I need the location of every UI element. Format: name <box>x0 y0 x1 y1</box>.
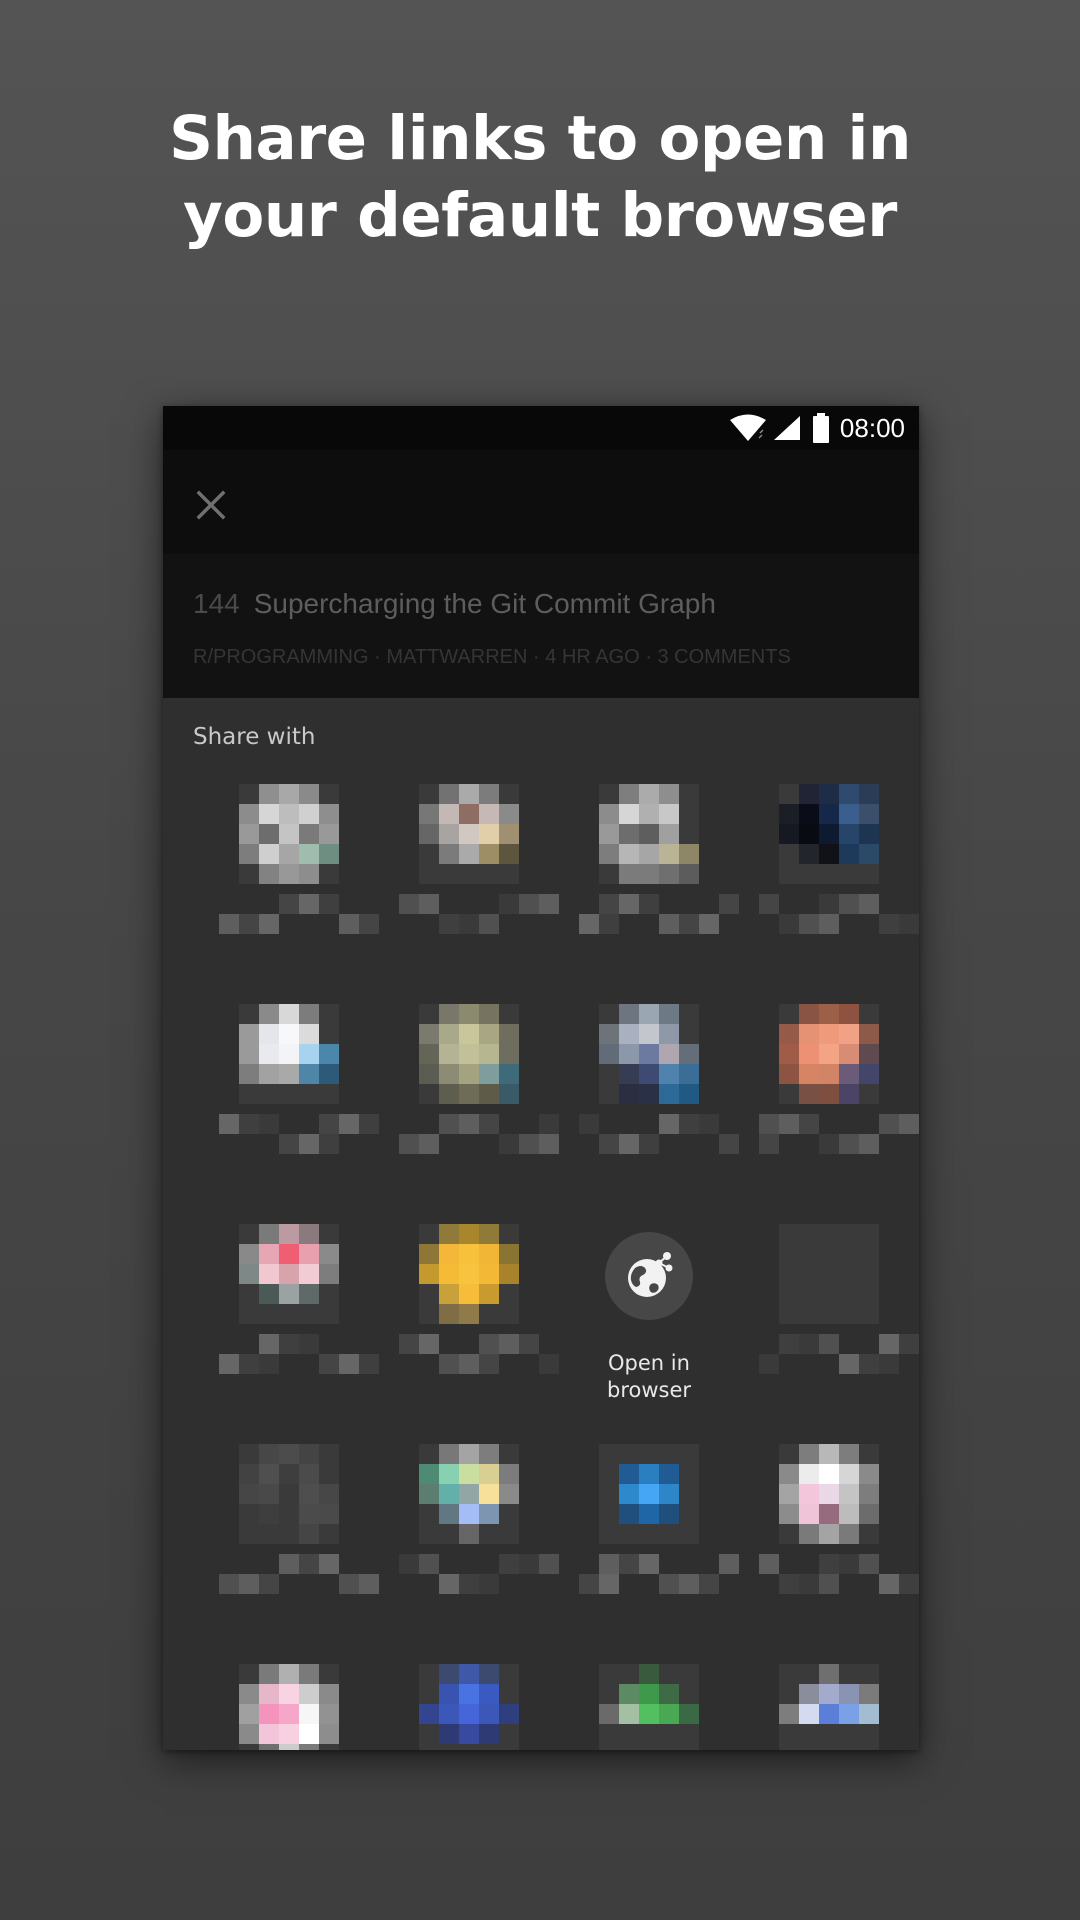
share-target-app[interactable] <box>739 1004 919 1214</box>
share-target-app[interactable] <box>379 1664 559 1750</box>
app-icon-pixelated <box>419 784 519 884</box>
share-target-app[interactable] <box>559 1444 739 1654</box>
share-target-app[interactable] <box>739 784 919 994</box>
share-target-app[interactable] <box>379 1224 559 1434</box>
headline-line-1: Share links to open in <box>169 103 911 174</box>
clock: 08:00 <box>839 412 905 443</box>
share-target-app[interactable] <box>559 1664 739 1750</box>
app-icon-pixelated <box>779 784 879 884</box>
app-label-pixelated <box>759 1334 919 1394</box>
open-in-browser-label-line-1: Open in <box>608 1351 690 1375</box>
app-label-pixelated <box>399 1334 559 1394</box>
app-icon-pixelated <box>419 1004 519 1104</box>
status-bar: 08:00 <box>163 406 919 450</box>
share-sheet: Share with Open in browser <box>163 698 919 1750</box>
app-label-pixelated <box>759 894 919 954</box>
wifi-icon <box>728 413 768 443</box>
app-label-pixelated <box>219 1334 379 1394</box>
post-score: 144 <box>193 588 240 619</box>
share-target-app[interactable] <box>739 1444 919 1654</box>
post-title-row: 144 Supercharging the Git Commit Graph <box>193 588 716 620</box>
app-icon-pixelated <box>239 1224 339 1324</box>
globe-share-icon <box>605 1232 693 1320</box>
app-icon-pixelated <box>419 1444 519 1544</box>
app-icon-pixelated <box>779 1004 879 1104</box>
cellular-signal-icon <box>772 414 802 442</box>
close-icon[interactable] <box>193 487 229 523</box>
share-target-app[interactable] <box>379 784 559 994</box>
share-target-app[interactable] <box>199 1224 379 1434</box>
toolbar <box>163 450 919 554</box>
share-target-app[interactable] <box>199 1004 379 1214</box>
app-label-pixelated <box>219 894 379 954</box>
open-in-browser-label: Open in browser <box>559 1350 739 1404</box>
app-label-pixelated <box>759 1554 919 1614</box>
share-sheet-title: Share with <box>193 724 316 750</box>
app-icon-pixelated <box>599 1444 699 1544</box>
app-label-pixelated <box>219 1554 379 1614</box>
app-label-pixelated <box>219 1114 379 1174</box>
share-target-app[interactable] <box>739 1224 919 1434</box>
app-icon-pixelated <box>419 1224 519 1324</box>
app-label-pixelated <box>759 1114 919 1174</box>
share-target-app[interactable] <box>559 784 739 994</box>
open-in-browser-button[interactable]: Open in browser <box>559 1224 739 1434</box>
share-target-app[interactable] <box>199 1444 379 1654</box>
share-target-app[interactable] <box>379 1444 559 1654</box>
app-icon-pixelated <box>419 1664 519 1750</box>
app-icon-pixelated <box>239 784 339 884</box>
app-icon-pixelated <box>239 1664 339 1750</box>
share-target-app[interactable] <box>559 1004 739 1214</box>
app-label-pixelated <box>399 1554 559 1614</box>
status-icons: 08:00 <box>728 411 905 445</box>
share-target-app[interactable] <box>379 1004 559 1214</box>
post-header: 144 Supercharging the Git Commit Graph R/… <box>163 554 919 698</box>
share-target-app[interactable] <box>739 1664 919 1750</box>
app-label-pixelated <box>399 1114 559 1174</box>
app-icon-pixelated <box>779 1224 879 1324</box>
phone-screen: 08:00 144 Supercharging the Git Commit Gr… <box>163 406 919 1750</box>
app-label-pixelated <box>399 894 559 954</box>
app-label-pixelated <box>579 1114 739 1174</box>
post-meta: R/PROGRAMMING · MATTWARREN · 4 HR AGO · … <box>193 646 791 668</box>
app-icon-pixelated <box>239 1004 339 1104</box>
share-target-app[interactable] <box>199 784 379 994</box>
app-label-pixelated <box>579 894 739 954</box>
app-icon-pixelated <box>599 784 699 884</box>
app-icon-pixelated <box>599 1004 699 1104</box>
share-target-app[interactable] <box>199 1664 379 1750</box>
app-label-pixelated <box>579 1554 739 1614</box>
app-icon-pixelated <box>779 1444 879 1544</box>
battery-icon <box>812 413 830 443</box>
app-icon-pixelated <box>779 1664 879 1750</box>
post-title: Supercharging the Git Commit Graph <box>253 588 716 619</box>
open-in-browser-label-line-2: browser <box>606 1378 692 1402</box>
headline-line-2: your default browser <box>183 180 897 251</box>
app-icon-pixelated <box>239 1444 339 1544</box>
headline: Share links to open in your default brow… <box>0 100 1080 254</box>
app-icon-pixelated <box>599 1664 699 1750</box>
